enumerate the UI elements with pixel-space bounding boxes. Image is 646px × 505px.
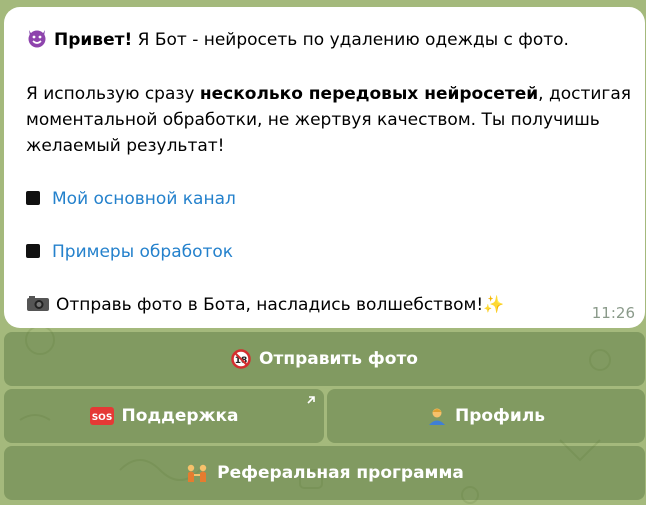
person-icon [427,406,447,426]
message-bubble: Привет! Я Бот - нейросеть по удалению од… [4,7,645,328]
external-link-arrow-icon [306,394,316,409]
message-timestamp: 11:26 [591,304,635,322]
channel-link-row: Мой основной канал [26,187,236,211]
sparkles-icon: ✨ [483,295,505,315]
profile-label: Профиль [454,406,546,426]
black-square-icon [26,244,40,258]
paragraph-line-1: Я использую сразу несколько передовых не… [26,82,631,106]
send-photo-label: Отправить фото [259,349,418,369]
greeting-line: Привет! Я Бот - нейросеть по удалению од… [26,28,569,55]
p2-start: Я использую сразу [26,84,200,104]
closing-text: Отправь фото в Бота, насладись волшебств… [56,295,484,315]
no-under-18-icon: 18 [231,349,251,369]
sos-icon: SOS [89,407,114,425]
people-holding-hands-icon [185,463,209,483]
main-channel-link[interactable]: Мой основной канал [52,189,236,209]
paragraph-line-2: моментальной обработки, не жертвуя качес… [26,110,600,130]
paragraph-line-3: желаемый результат! [26,136,225,156]
referral-button[interactable]: Реферальная программа [4,446,645,500]
smiling-devil-icon [26,28,48,55]
support-label: Поддержка [121,406,239,426]
referral-label: Реферальная программа [217,463,464,483]
greeting-text: Я Бот - нейросеть по удалению одежды с ф… [132,30,569,50]
send-photo-button[interactable]: 18 Отправить фото [4,332,645,386]
greeting-bold: Привет! [54,30,133,50]
svg-text:SOS: SOS [91,413,112,423]
examples-link-row: Примеры обработок [26,240,233,264]
closing-line: Отправь фото в Бота, насладись волшебств… [26,293,504,320]
examples-link[interactable]: Примеры обработок [52,242,233,262]
profile-button[interactable]: Профиль [327,389,645,443]
p2-end: , достигая [538,84,631,104]
black-square-icon [26,191,40,205]
support-button[interactable]: SOS Поддержка [4,389,324,443]
camera-icon [26,293,50,320]
p2-bold: несколько передовых нейросетей [199,84,539,104]
